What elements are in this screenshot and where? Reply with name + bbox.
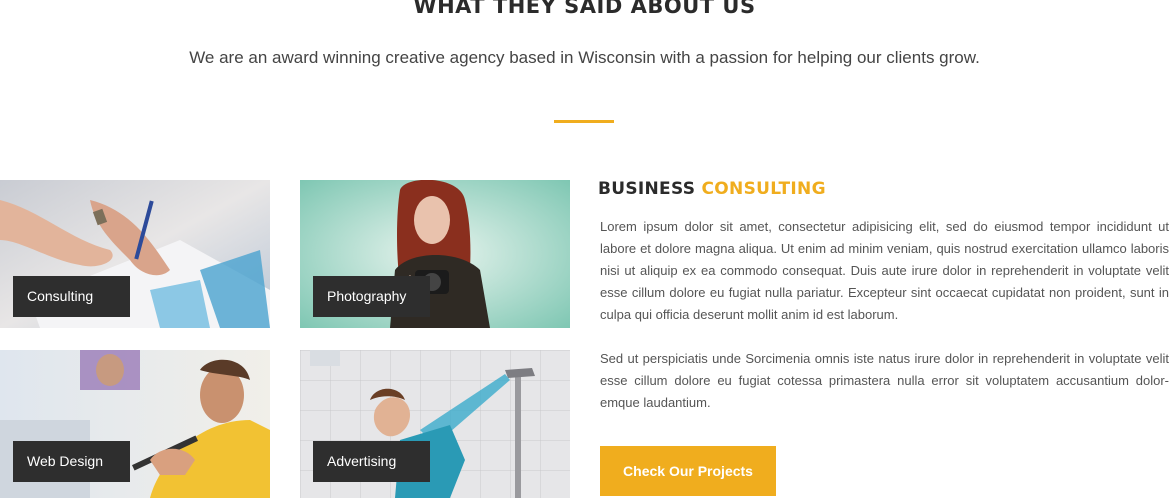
check-projects-button[interactable]: Check Our Projects	[600, 446, 776, 496]
content-heading: BUSINESS CONSULTING	[598, 179, 826, 199]
tile-label-consulting[interactable]: Consulting	[13, 276, 130, 317]
content-paragraph-2: Sed ut perspiciatis unde Sorcimenia omni…	[600, 351, 1169, 410]
section-title: WHAT THEY SAID ABOUT US	[413, 0, 756, 18]
heading-part-1: BUSINESS	[598, 179, 696, 199]
tile-label-web-design[interactable]: Web Design	[13, 441, 130, 482]
service-tile-web-design[interactable]: Web Design	[0, 350, 270, 498]
service-tile-consulting[interactable]: Consulting	[0, 180, 270, 328]
service-tile-advertising[interactable]: Advertising	[300, 350, 570, 498]
heading-part-2: CONSULTING	[701, 179, 826, 199]
tile-label-photography[interactable]: Photography	[313, 276, 430, 317]
title-divider	[554, 120, 614, 123]
section-subtitle: We are an award winning creative agency …	[189, 48, 980, 67]
tile-label-advertising[interactable]: Advertising	[313, 441, 430, 482]
content-paragraph-1: Lorem ipsum dolor sit amet, consectetur …	[600, 219, 1169, 322]
service-tile-photography[interactable]: Photography	[300, 180, 570, 328]
